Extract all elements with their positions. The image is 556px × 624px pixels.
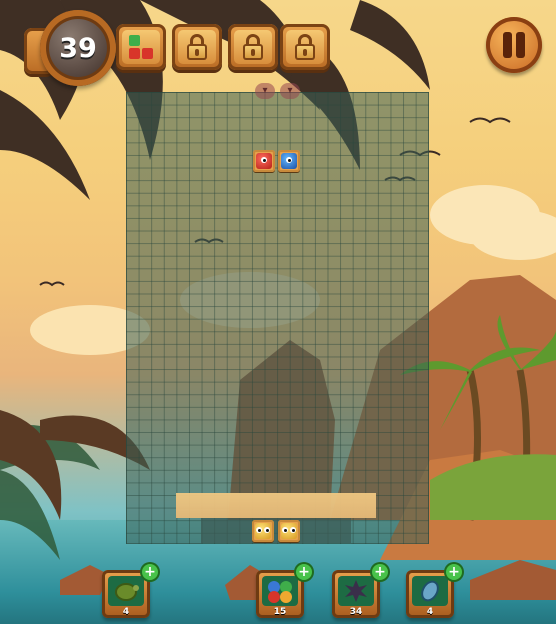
- drop-hint-left-icon: ▾: [255, 83, 275, 99]
- spike-bomb-powerup[interactable]: 34 +: [332, 564, 388, 618]
- add-powerup-icon[interactable]: +: [296, 564, 312, 580]
- game-scene: ▾ ▾ 39 4 + 15 + 34 + 4 +: [0, 0, 556, 624]
- spawn-shelf: [201, 518, 351, 543]
- falling-tile-blue[interactable]: [278, 150, 300, 172]
- score-counter: 39: [40, 10, 116, 86]
- falling-tile-red[interactable]: [253, 150, 275, 172]
- mini-tiles-icon: [127, 34, 155, 60]
- monster-cluster-icon: [262, 576, 298, 606]
- powerup-count: 15: [273, 607, 287, 617]
- locked-slot-3[interactable]: [280, 24, 330, 70]
- lock-icon: [185, 34, 209, 60]
- turtle-icon: [108, 576, 144, 606]
- add-powerup-icon[interactable]: +: [142, 564, 158, 580]
- spawn-tile-gold-1[interactable]: [252, 520, 274, 542]
- turtle-powerup[interactable]: 4 +: [102, 564, 158, 618]
- add-powerup-icon[interactable]: +: [372, 564, 388, 580]
- color-bomb-powerup[interactable]: 15 +: [256, 564, 312, 618]
- gem-icon: [412, 576, 448, 606]
- powerup-count: 4: [426, 607, 434, 617]
- next-piece-slot: [116, 24, 166, 70]
- lock-icon: [293, 34, 317, 60]
- add-powerup-icon[interactable]: +: [446, 564, 462, 580]
- spike-ball-icon: [338, 576, 374, 606]
- locked-slot-1[interactable]: [172, 24, 222, 70]
- board-notch: [176, 493, 376, 518]
- drop-hint-right-icon: ▾: [280, 83, 300, 99]
- gem-powerup[interactable]: 4 +: [406, 564, 462, 618]
- pause-button[interactable]: [486, 17, 542, 73]
- lock-icon: [241, 34, 265, 60]
- powerup-count: 34: [349, 607, 363, 617]
- powerup-count: 4: [122, 607, 130, 617]
- pause-icon: [503, 32, 512, 58]
- spawn-tile-gold-2[interactable]: [278, 520, 300, 542]
- pause-icon-bar: [516, 32, 525, 58]
- locked-slot-2[interactable]: [228, 24, 278, 70]
